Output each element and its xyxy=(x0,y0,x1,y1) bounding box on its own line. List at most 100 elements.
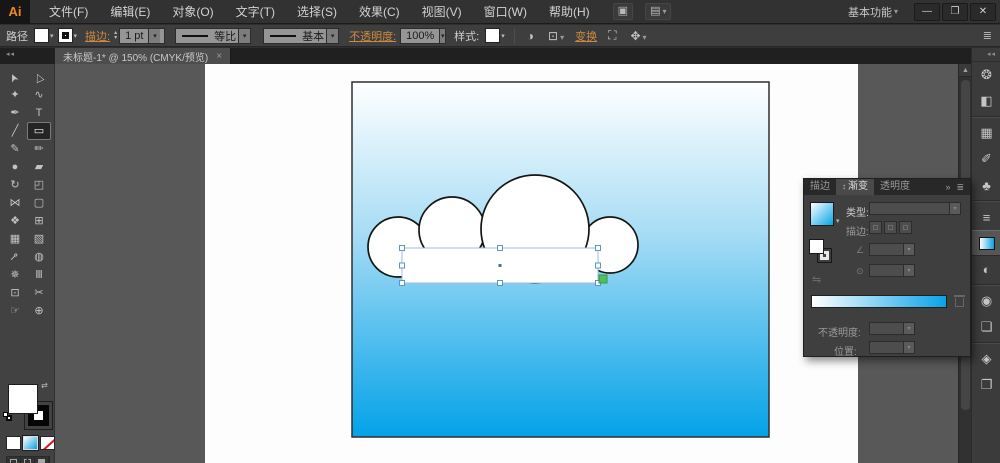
menu-object[interactable]: 对象(O) xyxy=(161,0,224,24)
pencil-tool[interactable]: ✏ xyxy=(27,140,51,158)
workspace-switcher[interactable]: 基本功能 ▾ xyxy=(848,4,898,20)
chevron-down-icon[interactable]: ▾ xyxy=(148,28,161,43)
stroke-along-icon[interactable] xyxy=(884,221,897,234)
panel-tab-transparency[interactable]: 透明度 xyxy=(874,179,916,195)
symbol-sprayer-tool[interactable]: ✵ xyxy=(3,266,27,284)
menu-effect[interactable]: 效果(C) xyxy=(348,0,411,24)
eyedropper-tool[interactable]: ⊸ xyxy=(3,248,27,266)
selection-tool[interactable]: ➤ xyxy=(3,68,27,86)
rectangle-tool[interactable]: ▭ xyxy=(27,122,51,140)
type-dropdown[interactable]: ▾ xyxy=(869,202,961,215)
gradient-button[interactable] xyxy=(22,435,39,451)
default-fill-stroke-icon[interactable] xyxy=(3,412,12,421)
reverse-gradient-icon[interactable]: ⇋ xyxy=(812,273,821,286)
width-tool[interactable]: ⋈ xyxy=(3,194,27,212)
pen-tool[interactable]: ✒ xyxy=(3,104,27,122)
blob-brush-tool[interactable]: ● xyxy=(3,158,27,176)
none-button[interactable] xyxy=(40,436,55,450)
stop-opacity-dropdown[interactable]: ▾ xyxy=(869,322,915,335)
chevron-down-icon[interactable]: ▾ xyxy=(501,32,505,40)
dock-appearance-panel[interactable]: ◉ xyxy=(972,288,1000,314)
scale-tool[interactable]: ◰ xyxy=(27,176,51,194)
stroke-width-field[interactable]: 1 pt ▾ xyxy=(119,27,166,44)
lasso-tool[interactable]: ∿ xyxy=(27,86,51,104)
stroke-within-icon[interactable] xyxy=(869,221,882,234)
draw-normal-button[interactable] xyxy=(7,457,21,463)
gradient-tool[interactable]: ▧ xyxy=(27,230,51,248)
dock-brushes-panel[interactable]: ✐ xyxy=(972,146,1000,172)
close-button[interactable]: ✕ xyxy=(970,2,996,21)
control-panel-menu-icon[interactable]: ≣ xyxy=(983,29,992,42)
stepper-down-icon[interactable]: ▾ xyxy=(114,35,117,41)
panel-menu-icon[interactable]: ≣ xyxy=(956,182,964,193)
chevron-down-icon[interactable]: ▾ xyxy=(326,28,339,43)
menu-help[interactable]: 帮助(H) xyxy=(538,0,601,24)
eraser-tool[interactable]: ▰ xyxy=(27,158,51,176)
chevron-down-icon[interactable]: ▾ xyxy=(50,32,54,40)
menu-edit[interactable]: 编辑(E) xyxy=(99,0,161,24)
opacity-panel-link[interactable]: 不透明度: xyxy=(349,28,396,44)
chevron-down-icon[interactable]: ▾ xyxy=(238,28,251,43)
stroke-color-swatch[interactable] xyxy=(57,28,73,43)
dock-graphic-styles-panel[interactable]: ❏ xyxy=(972,314,1000,340)
align-options-icon[interactable]: ⊡ ▾ xyxy=(548,29,564,43)
menu-type[interactable]: 文字(T) xyxy=(225,0,286,24)
stroke-width-stepper[interactable]: ▴ ▾ xyxy=(114,30,117,41)
isolate-object-icon[interactable]: ⛶ xyxy=(608,28,616,43)
brush-definition-dropdown[interactable]: 基本 ▾ xyxy=(263,27,340,44)
minimize-button[interactable]: — xyxy=(914,2,940,21)
swap-fill-stroke-icon[interactable]: ⇄ xyxy=(41,381,48,390)
paintbrush-tool[interactable]: ✎ xyxy=(3,140,27,158)
menu-file[interactable]: 文件(F) xyxy=(38,0,99,24)
draw-inside-button[interactable] xyxy=(35,457,49,463)
go-to-bridge-icon[interactable]: ▣ xyxy=(612,3,634,20)
column-graph-tool[interactable]: Ⅲ xyxy=(27,266,51,284)
slice-tool[interactable]: ✂ xyxy=(27,284,51,302)
direct-selection-tool[interactable]: ▷ xyxy=(27,68,51,86)
panel-tab-stroke[interactable]: 描边 xyxy=(804,179,836,195)
menu-view[interactable]: 视图(V) xyxy=(411,0,473,24)
collapse-toolpanel-icon[interactable]: ◂◂ xyxy=(6,50,15,58)
dock-color-panel[interactable]: ❂ xyxy=(972,62,1000,88)
perspective-grid-tool[interactable]: ⊞ xyxy=(27,212,51,230)
gradient-fill-proxy[interactable] xyxy=(809,239,824,254)
transform-panel-link[interactable]: 变换 xyxy=(575,28,597,44)
mesh-tool[interactable]: ▦ xyxy=(3,230,27,248)
width-profile-dropdown[interactable]: 等比 ▾ xyxy=(175,27,252,44)
dock-transparency-panel[interactable]: ◐ xyxy=(972,256,1000,282)
app-logo-icon[interactable]: Ai xyxy=(0,0,30,24)
document-tab[interactable]: 未标题-1* @ 150% (CMYK/预览) × xyxy=(55,48,232,64)
opacity-field[interactable]: 100% ▾ xyxy=(400,27,447,44)
panel-tab-gradient[interactable]: ↕ 渐变 xyxy=(836,179,874,195)
artboard[interactable] xyxy=(205,64,858,463)
arrange-documents-icon[interactable]: ▤ ▾ xyxy=(645,3,672,20)
recolor-artwork-icon[interactable]: ◑ xyxy=(527,29,534,43)
shape-builder-tool[interactable]: ❖ xyxy=(3,212,27,230)
fill-color-swatch[interactable] xyxy=(34,28,49,43)
chevron-down-icon[interactable]: ▾ xyxy=(74,32,78,40)
dock-symbols-panel[interactable]: ♣ xyxy=(972,172,1000,198)
rotate-tool[interactable]: ↻ xyxy=(3,176,27,194)
blend-tool[interactable]: ◍ xyxy=(27,248,51,266)
type-tool[interactable]: T xyxy=(27,104,51,122)
dock-artboards-panel[interactable]: ❐ xyxy=(972,372,1000,398)
hand-tool[interactable]: ☞ xyxy=(3,302,27,320)
magic-wand-tool[interactable]: ✦ xyxy=(3,86,27,104)
stroke-across-icon[interactable] xyxy=(899,221,912,234)
chevron-down-icon[interactable]: ▾ xyxy=(836,217,840,225)
stop-position-dropdown[interactable]: ▾ xyxy=(869,341,915,354)
draw-behind-button[interactable] xyxy=(21,457,35,463)
dock-swatches-panel[interactable]: ▦ xyxy=(972,120,1000,146)
free-transform-tool[interactable]: ▢ xyxy=(27,194,51,212)
dock-layers-panel[interactable]: ◈ xyxy=(972,346,1000,372)
style-swatch[interactable] xyxy=(485,28,501,43)
aspect-ratio-dropdown[interactable]: ▾ xyxy=(869,264,915,277)
restore-button[interactable]: ❐ xyxy=(942,2,968,21)
dock-gradient-panel[interactable] xyxy=(972,230,1000,256)
fill-proxy-swatch[interactable] xyxy=(8,384,38,414)
select-similar-icon[interactable]: ✥ ▾ xyxy=(630,29,646,43)
dock-stroke-panel[interactable]: ≡ xyxy=(972,204,1000,230)
collapse-panel-group-icon[interactable]: » xyxy=(945,182,950,192)
angle-dropdown[interactable]: ▾ xyxy=(869,243,915,256)
menu-window[interactable]: 窗口(W) xyxy=(473,0,538,24)
